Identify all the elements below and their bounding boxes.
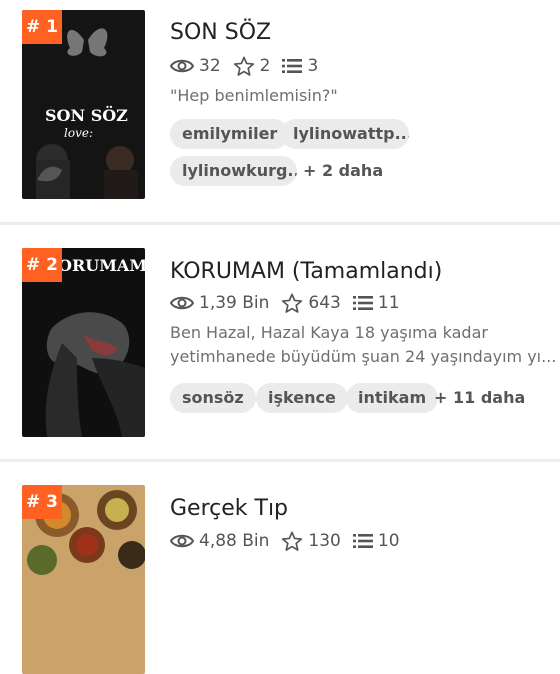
- votes-count: 643: [308, 293, 341, 313]
- cover-subtitle: love:: [64, 126, 93, 140]
- tag-chip[interactable]: sonsöz: [170, 383, 256, 413]
- cover-title: ORUMAM: [58, 256, 145, 275]
- description-line: yetimhanede büyüdüm şuan 24 yaşındayım y…: [170, 347, 557, 366]
- star-icon: [233, 56, 254, 76]
- parts-count: 10: [377, 531, 400, 551]
- story-cover[interactable]: # 2 ORUMAM: [22, 248, 145, 437]
- parts-stat: 11: [352, 293, 400, 313]
- story-list: # 1 SON SÖZ love: SON SÖZ 32 2 3 "Hep be…: [0, 0, 560, 674]
- story-item-3[interactable]: # 3 Gerçek Tıp 4,88 Bin 130 10: [0, 462, 560, 674]
- eye-icon: [170, 59, 194, 73]
- parts-count: 11: [377, 293, 400, 313]
- tag-chip[interactable]: lylinowattp...: [281, 119, 409, 149]
- tag-list: sonsöz işkence intikam + 11 daha: [170, 383, 550, 415]
- rank-badge: # 2: [22, 248, 62, 282]
- story-stats: 1,39 Bin 643 11: [170, 290, 412, 316]
- story-title[interactable]: SON SÖZ: [170, 20, 271, 45]
- list-icon: [352, 534, 373, 548]
- more-tags-link[interactable]: + 11 daha: [434, 383, 525, 413]
- views-count: 32: [199, 56, 221, 76]
- star-icon: [282, 293, 303, 313]
- star-icon: [282, 531, 303, 551]
- tag-chip[interactable]: lylinowkurg...: [170, 156, 297, 186]
- story-cover[interactable]: # 1 SON SÖZ love:: [22, 10, 145, 199]
- story-title[interactable]: KORUMAM (Tamamlandı): [170, 259, 442, 284]
- parts-stat: 10: [352, 531, 400, 551]
- views-stat: 4,88 Bin: [170, 531, 269, 551]
- tag-list: emilymiler lylinowattp... lylinowkurg...…: [170, 119, 550, 189]
- story-stats: 4,88 Bin 130 10: [170, 528, 412, 554]
- votes-count: 2: [259, 56, 271, 76]
- story-title[interactable]: Gerçek Tıp: [170, 496, 288, 521]
- list-icon: [352, 296, 373, 310]
- parts-count: 3: [307, 56, 319, 76]
- story-description: "Hep benimlemisin?": [170, 86, 338, 105]
- rank-badge: # 1: [22, 10, 62, 44]
- views-count: 4,88 Bin: [199, 531, 270, 551]
- eye-icon: [170, 296, 194, 310]
- votes-stat: 643: [281, 293, 341, 314]
- story-stats: 32 2 3: [170, 53, 330, 79]
- more-tags-link[interactable]: + 2 daha: [303, 156, 383, 186]
- parts-stat: 3: [282, 56, 318, 76]
- story-item-1[interactable]: # 1 SON SÖZ love: SON SÖZ 32 2 3 "Hep be…: [0, 0, 560, 222]
- views-count: 1,39 Bin: [199, 293, 270, 313]
- story-item-2[interactable]: # 2 ORUMAM KORUMAM (Tamamlandı) 1,39 Bin…: [0, 225, 560, 458]
- tag-chip[interactable]: emilymiler: [170, 119, 290, 149]
- votes-count: 130: [308, 531, 341, 551]
- views-stat: 1,39 Bin: [170, 293, 269, 313]
- eye-icon: [170, 534, 194, 548]
- story-description: Ben Hazal, Hazal Kaya 18 yaşıma kadar ye…: [170, 321, 557, 369]
- views-stat: 32: [170, 56, 221, 76]
- tag-chip[interactable]: intikam: [346, 383, 439, 413]
- cover-title: SON SÖZ: [45, 106, 128, 125]
- description-line: Ben Hazal, Hazal Kaya 18 yaşıma kadar: [170, 323, 488, 342]
- story-cover[interactable]: # 3: [22, 485, 145, 674]
- list-icon: [282, 59, 303, 73]
- rank-badge: # 3: [22, 485, 62, 519]
- votes-stat: 2: [233, 56, 271, 77]
- tag-chip[interactable]: işkence: [256, 383, 348, 413]
- votes-stat: 130: [281, 531, 341, 552]
